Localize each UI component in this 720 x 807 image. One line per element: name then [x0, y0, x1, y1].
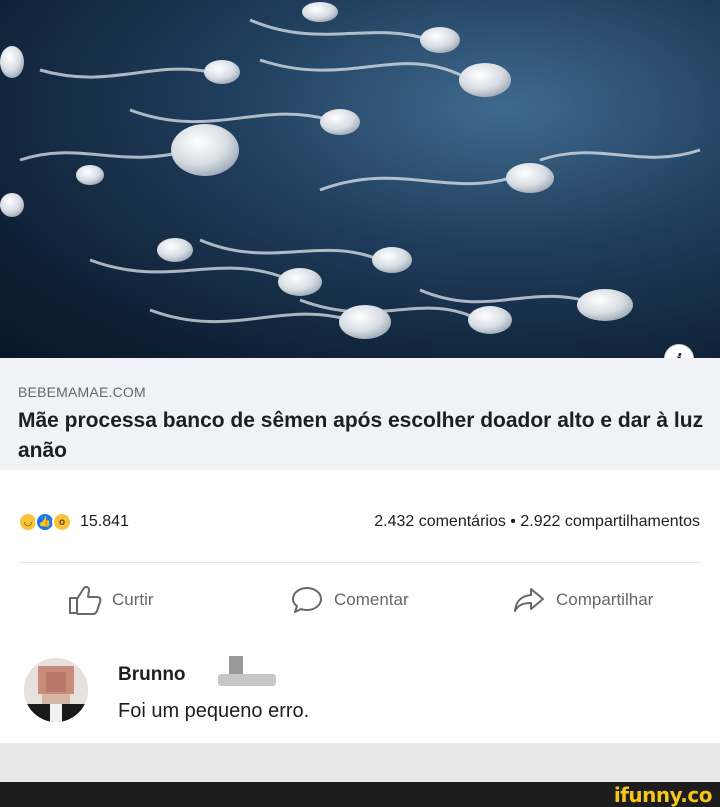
thumbs-up-icon: [69, 585, 102, 615]
comment-text: Foi um pequeno erro.: [118, 700, 310, 722]
watermark-bar: ifunny.co: [0, 782, 720, 807]
link-headline[interactable]: Mãe processa banco de sêmen após escolhe…: [18, 406, 708, 466]
share-label: Compartilhar: [556, 590, 654, 609]
share-icon: [514, 588, 544, 612]
sperm-illustration: [0, 2, 701, 339]
post-image[interactable]: i: [0, 0, 720, 358]
ifunny-watermark: ifunny.co: [613, 783, 713, 807]
action-bar: Curtir Comentar Compartilhar: [0, 575, 720, 625]
blurred-surname: [218, 674, 276, 686]
reaction-count[interactable]: 15.841: [80, 513, 129, 531]
link-domain: BEBEMAMAE.COM: [18, 384, 146, 400]
divider: [18, 562, 702, 563]
comment-share-stats[interactable]: 2.432 comentários • 2.922 compartilhamen…: [374, 513, 700, 531]
pixelated-avatar: [24, 658, 88, 722]
comment-label: Comentar: [334, 590, 409, 609]
avatar[interactable]: [24, 658, 88, 722]
bottom-strip: [0, 743, 720, 782]
comment-icon: [292, 587, 322, 613]
link-preview[interactable]: BEBEMAMAE.COM Mãe processa banco de sême…: [0, 358, 720, 470]
comment-button[interactable]: Comentar: [290, 585, 409, 615]
commenter-name[interactable]: Brunno: [118, 664, 186, 686]
reactions-bar: ◡ 👍 o 15.841 2.432 comentários • 2.922 c…: [0, 470, 720, 562]
share-button[interactable]: Compartilhar: [512, 585, 653, 615]
like-button[interactable]: Curtir: [68, 585, 154, 615]
wow-icon: o: [52, 512, 72, 532]
like-label: Curtir: [112, 590, 154, 609]
comment: Brunno Foi um pequeno erro.: [0, 640, 720, 743]
